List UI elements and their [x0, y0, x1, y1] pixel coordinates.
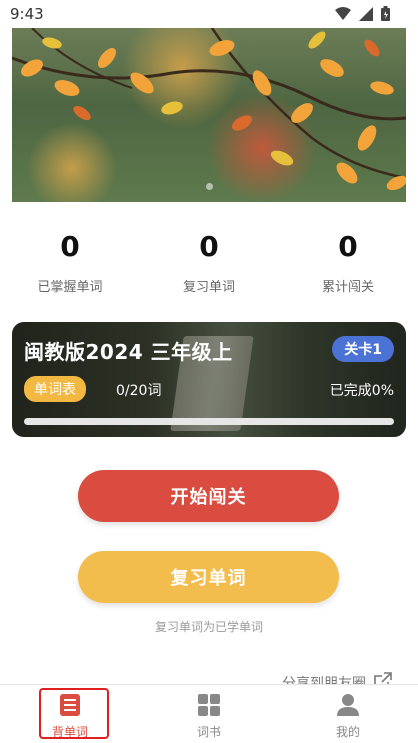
- stat-label: 累计闯关: [321, 280, 374, 295]
- grid-icon: [197, 694, 221, 721]
- banner-carousel[interactable]: [12, 28, 406, 202]
- tab-label: 词书: [196, 725, 221, 739]
- tab-label: 我的: [335, 725, 360, 739]
- battery-icon: [381, 6, 390, 25]
- stat-label: 已掌握单词: [37, 280, 103, 295]
- status-bar: 9:43: [0, 0, 418, 28]
- stat-mastered: 0 已掌握单词: [0, 228, 140, 295]
- tab-wordbooks[interactable]: 词书: [169, 693, 249, 740]
- stat-review: 0 复习单词: [139, 228, 279, 295]
- stat-value: 0: [199, 230, 219, 263]
- wordlist-button[interactable]: 单词表: [24, 376, 86, 402]
- word-progress: 0/20词: [116, 383, 162, 399]
- wifi-icon: [335, 6, 351, 25]
- stat-value: 0: [338, 230, 358, 263]
- carousel-indicators: [12, 183, 406, 190]
- active-tab-highlight: [39, 688, 109, 739]
- stats-row: 0 已掌握单词 0 复习单词 0 累计闯关: [0, 228, 418, 298]
- carousel-dot[interactable]: [205, 183, 213, 190]
- stat-value: 0: [60, 230, 80, 263]
- banner-image: [12, 28, 406, 202]
- tab-profile[interactable]: 我的: [308, 693, 388, 740]
- user-icon: [336, 694, 360, 721]
- level-badge: 关卡1: [332, 336, 394, 362]
- signal-icon: [359, 6, 373, 25]
- completion-percent: 已完成0%: [329, 383, 394, 399]
- course-card[interactable]: 闽教版2024 三年级上 关卡1 单词表 0/20词 已完成0%: [12, 322, 406, 437]
- start-level-button[interactable]: 开始闯关: [78, 470, 339, 522]
- status-time: 9:43: [10, 5, 44, 23]
- stat-levels: 0 累计闯关: [278, 228, 418, 295]
- review-words-button[interactable]: 复习单词: [78, 551, 339, 603]
- stat-label: 复习单词: [182, 280, 235, 295]
- status-icons: [335, 6, 390, 25]
- progress-bar: [24, 418, 394, 425]
- course-title: 闽教版2024 三年级上: [24, 340, 233, 364]
- review-hint: 复习单词为已学单词: [154, 620, 263, 634]
